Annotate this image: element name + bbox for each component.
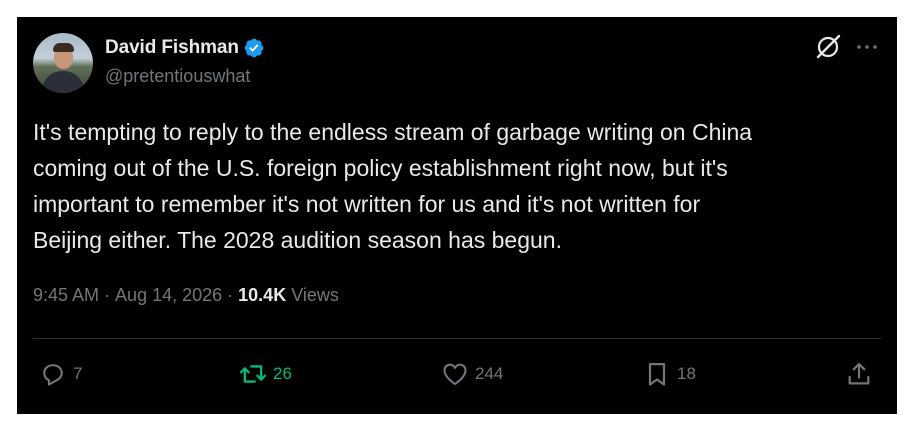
tweet-date[interactable]: Aug 14, 2026 [115,285,222,306]
grok-icon[interactable] [815,34,841,60]
reply-icon [43,364,63,386]
author-name[interactable]: David Fishman [105,37,239,59]
bookmark-icon [648,362,666,386]
like-count: 244 [475,364,504,383]
share-button[interactable] [845,360,879,388]
divider [33,338,881,339]
tweet-meta: 9:45 AM · Aug 14, 2026 · 10.4K Views [33,285,339,306]
bookmark-button[interactable]: 18 [643,360,696,388]
share-icon [848,362,870,385]
views-count[interactable]: 10.4K [238,285,286,306]
verified-badge-icon[interactable] [243,37,265,59]
avatar[interactable] [33,33,93,93]
reply-count: 7 [73,364,83,383]
retweet-icon [239,365,267,383]
reply-button[interactable]: 7 [39,360,82,388]
tweet-text: It's tempting to reply to the endless st… [33,119,753,253]
retweet-button[interactable]: 26 [239,360,292,388]
more-icon[interactable] [855,40,879,54]
meta-separator: · [99,285,116,305]
heart-icon [443,363,467,385]
like-button[interactable]: 244 [441,360,503,388]
bookmark-count: 18 [677,364,696,383]
tweet-time[interactable]: 9:45 AM [33,285,99,306]
views-label: Views [286,285,339,305]
tweet-card: David Fishman @pretentiouswhat It's temp… [17,17,897,414]
author-handle[interactable]: @pretentiouswhat [105,66,250,87]
retweet-count: 26 [273,364,292,383]
author-row: David Fishman [105,36,265,60]
meta-separator: · [222,285,239,305]
